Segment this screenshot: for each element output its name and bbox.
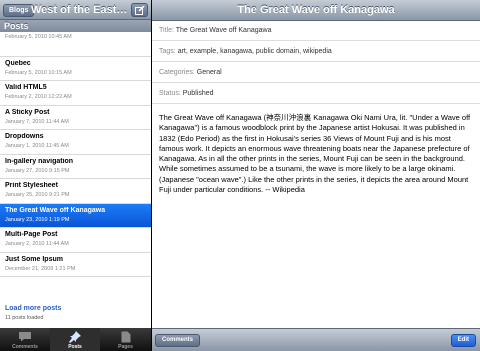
title-label: Title: bbox=[159, 27, 174, 34]
tags-label: Tags: bbox=[159, 48, 176, 55]
post-nav-title: The Great Wave off Kanagawa bbox=[237, 4, 395, 16]
post-title: Valid HTML5 bbox=[5, 84, 47, 91]
post-navbar: The Great Wave off Kanagawa bbox=[152, 0, 480, 21]
tab-posts[interactable]: Posts bbox=[50, 328, 100, 351]
pushpin-icon bbox=[69, 331, 81, 343]
blogs-back-button[interactable]: Blogs bbox=[3, 4, 35, 17]
post-title: Multi-Page Post bbox=[5, 231, 58, 238]
tab-pages-label: Pages bbox=[118, 344, 133, 350]
post-list-item[interactable]: Quebec February 5, 2010 10:15 AM bbox=[0, 56, 151, 81]
post-list-item[interactable]: A Sticky Post January 7, 2010 11:44 AM bbox=[0, 105, 151, 130]
posts-section-header: Posts bbox=[0, 20, 151, 32]
post-date: January 25, 2010 9:21 PM bbox=[5, 192, 70, 198]
page-icon bbox=[121, 331, 130, 343]
comments-icon bbox=[19, 332, 31, 342]
status-field[interactable]: Status: Published bbox=[152, 84, 480, 104]
post-date: January 23, 2010 1:19 PM bbox=[5, 216, 70, 223]
categories-field[interactable]: Categories: General bbox=[152, 63, 480, 83]
blog-title: West of the Easter... bbox=[31, 4, 129, 16]
post-title: In-gallery navigation bbox=[5, 157, 74, 165]
post-date: January 2, 2010 11:44 AM bbox=[5, 241, 69, 247]
tab-posts-label: Posts bbox=[68, 344, 82, 350]
post-date: January 7, 2010 11:44 AM bbox=[5, 118, 69, 125]
post-title: Just Some Ipsum bbox=[5, 255, 63, 263]
app-window: Blogs West of the Easter... Posts Februa… bbox=[0, 0, 480, 351]
edit-button[interactable]: Edit bbox=[450, 334, 476, 347]
post-date: January 1, 2010 11:45 AM bbox=[5, 143, 69, 149]
post-list: February 5, 2010 10:45 AM Quebec February … bbox=[0, 32, 151, 277]
load-more-posts-link[interactable]: Load more posts bbox=[5, 305, 61, 312]
post-date: February 2, 2010 12:22 AM bbox=[5, 94, 72, 100]
tab-comments-label: Comments bbox=[12, 344, 38, 350]
compose-button[interactable] bbox=[131, 3, 148, 17]
post-title: Quebec bbox=[5, 59, 31, 67]
post-list-item[interactable]: Dropdowns January 1, 2010 11:45 AM bbox=[0, 130, 151, 155]
post-title: A Sticky Post bbox=[5, 108, 50, 116]
tab-bar: Comments Posts Pages bbox=[0, 328, 151, 351]
post-list-item[interactable]: Valid HTML5 February 2, 2010 12:22 AM bbox=[0, 81, 151, 106]
posts-loaded-count: 11 posts loaded bbox=[5, 315, 44, 321]
tab-comments[interactable]: Comments bbox=[0, 328, 50, 351]
status-value: Published bbox=[182, 90, 214, 97]
post-list-item[interactable]: In-gallery navigation January 27, 2010 9:… bbox=[0, 154, 151, 179]
post-list-item[interactable]: The Great Wave off Kanagawa January 23, 2… bbox=[0, 203, 151, 228]
post-title: Dropdowns bbox=[5, 133, 44, 140]
tags-value: art, example, kanagawa, public domain, w… bbox=[177, 48, 332, 55]
post-date: January 27, 2010 9:15 PM bbox=[5, 167, 70, 174]
comments-button[interactable]: Comments bbox=[155, 334, 201, 347]
blog-navbar: Blogs West of the Easter... bbox=[0, 0, 151, 20]
post-title: Print Stylesheet bbox=[5, 182, 58, 189]
post-title: The Great Wave off Kanagawa bbox=[5, 206, 106, 214]
title-value: The Great Wave off Kanagawa bbox=[175, 27, 272, 34]
title-field[interactable]: Title: The Great Wave off Kanagawa bbox=[152, 21, 480, 41]
post-date: February 5, 2010 10:15 AM bbox=[5, 69, 72, 76]
post-list-item[interactable]: Multi-Page Post January 2, 2010 11:44 AM bbox=[0, 228, 151, 253]
categories-label: Categories: bbox=[159, 69, 195, 76]
post-toolbar: Comments Edit bbox=[152, 328, 480, 351]
post-body: The Great Wave off Kanagawa (神奈川沖浪裏 Kana… bbox=[159, 113, 471, 195]
posts-pane: Blogs West of the Easter... Posts Februa… bbox=[0, 0, 151, 351]
post-list-item[interactable]: February 5, 2010 10:45 AM bbox=[0, 32, 151, 57]
post-date: February 5, 2010 10:45 AM bbox=[5, 34, 72, 40]
categories-value: General bbox=[196, 69, 222, 76]
status-label: Status: bbox=[159, 90, 181, 97]
compose-icon bbox=[135, 6, 145, 15]
tags-field[interactable]: Tags: art, example, kanagawa, public dom… bbox=[152, 42, 480, 62]
post-date: December 21, 2009 1:21 PM bbox=[5, 265, 76, 272]
post-list-item[interactable]: Just Some Ipsum December 21, 2009 1:21 PM bbox=[0, 252, 151, 277]
tab-pages[interactable]: Pages bbox=[100, 328, 151, 351]
post-list-item[interactable]: Print Stylesheet January 25, 2010 9:21 PM bbox=[0, 179, 151, 204]
post-detail-pane: The Great Wave off Kanagawa Title: The G… bbox=[152, 0, 480, 351]
